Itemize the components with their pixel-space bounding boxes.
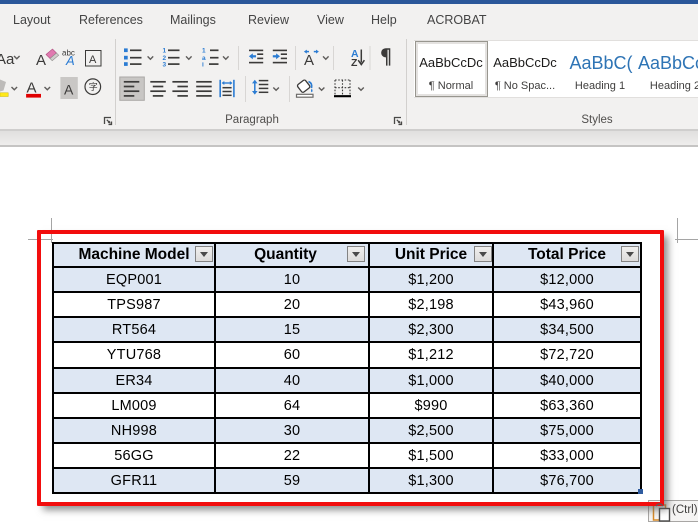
svg-text:字: 字 [89, 81, 98, 92]
svg-text:i: i [202, 61, 204, 68]
svg-text:1: 1 [202, 48, 206, 55]
svg-text:A: A [304, 52, 314, 69]
svg-text:Z: Z [351, 57, 358, 69]
svg-text:A: A [65, 53, 75, 68]
svg-text:3: 3 [163, 61, 167, 68]
svg-text:A: A [36, 52, 46, 69]
svg-text:1: 1 [163, 48, 167, 55]
svg-text:A: A [89, 54, 97, 66]
svg-text:Aa: Aa [0, 51, 15, 68]
svg-text:A: A [64, 82, 74, 98]
